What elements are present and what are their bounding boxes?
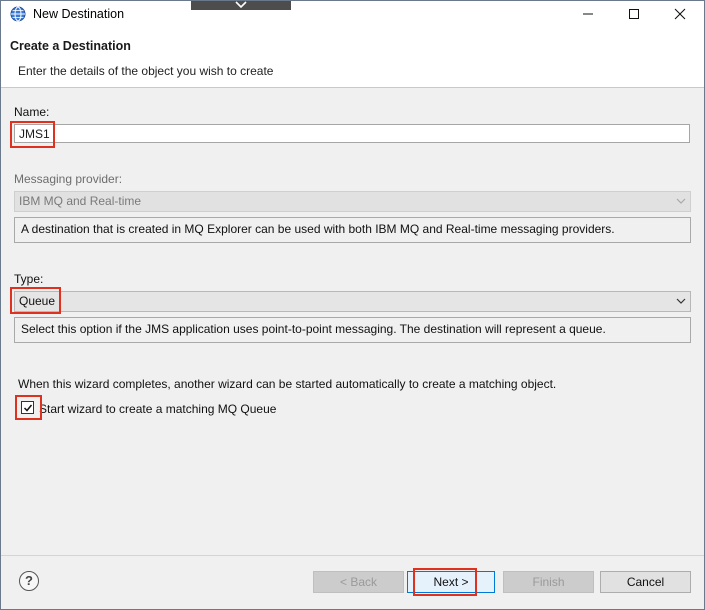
checkmark-icon (23, 404, 33, 412)
maximize-button[interactable] (611, 1, 657, 27)
start-wizard-checkbox[interactable] (21, 401, 34, 414)
provider-select-value: IBM MQ and Real-time (19, 194, 142, 208)
title-bar: New Destination (1, 1, 704, 27)
close-icon (674, 8, 686, 20)
window-title: New Destination (33, 7, 125, 21)
name-label: Name: (14, 105, 50, 119)
page-title: Create a Destination (10, 39, 131, 53)
help-icon[interactable]: ? (19, 571, 39, 591)
chevron-down-icon (235, 1, 247, 9)
close-button[interactable] (657, 1, 703, 27)
provider-label: Messaging provider: (14, 172, 123, 186)
type-description: Select this option if the JMS applicatio… (14, 317, 691, 343)
title-pull-tab[interactable] (191, 1, 291, 10)
wizard-header: Create a Destination Enter the details o… (1, 27, 704, 88)
type-select-value: Queue (19, 294, 56, 308)
footer-divider (1, 555, 704, 556)
name-input[interactable]: JMS1 (14, 124, 690, 143)
cancel-button[interactable]: Cancel (600, 571, 691, 593)
minimize-icon (583, 13, 593, 15)
minimize-button[interactable] (565, 1, 611, 27)
back-button[interactable]: < Back (313, 571, 404, 593)
wizard-note: When this wizard completes, another wiza… (18, 377, 557, 391)
type-label: Type: (14, 272, 44, 286)
type-select[interactable]: Queue (14, 291, 691, 312)
start-wizard-label[interactable]: Start wizard to create a matching MQ Que… (39, 402, 276, 416)
provider-select: IBM MQ and Real-time (14, 191, 691, 212)
finish-button[interactable]: Finish (503, 571, 594, 593)
next-button[interactable]: Next > (407, 571, 495, 593)
chevron-down-icon (676, 198, 686, 204)
globe-icon (10, 6, 26, 22)
maximize-icon (629, 9, 639, 19)
provider-description: A destination that is created in MQ Expl… (14, 217, 691, 243)
new-destination-dialog: New Destination Create a Destination Ent… (0, 0, 705, 610)
chevron-down-icon (676, 298, 686, 304)
page-subtitle: Enter the details of the object you wish… (18, 64, 274, 78)
